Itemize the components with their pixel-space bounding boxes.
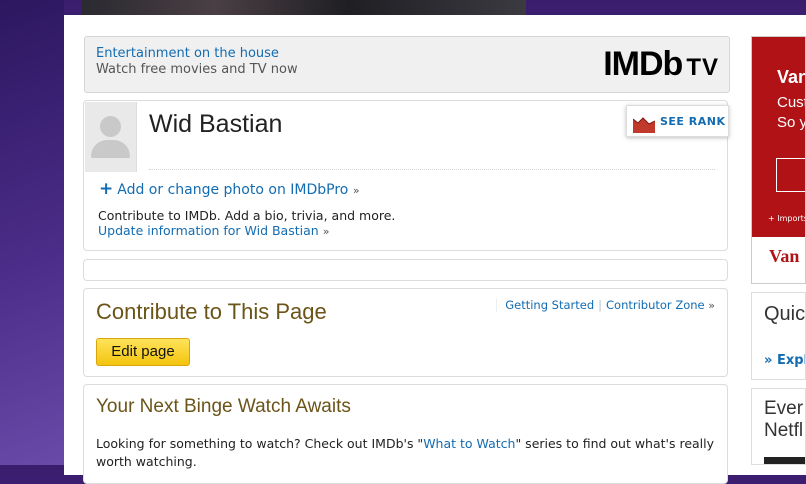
ad-headline: Van (777, 67, 806, 87)
panel-title-line2: Netfl (764, 420, 804, 441)
contribute-text: Contribute to IMDb. Add a bio, trivia, a… (98, 208, 396, 223)
sidebar-advertisement[interactable]: Van Cust So y + Imports Van (751, 36, 806, 284)
edit-page-button[interactable]: Edit page (96, 338, 190, 366)
binge-watch-card: Your Next Binge Watch Awaits Looking for… (83, 384, 728, 484)
see-rank-label: SEE RANK (660, 115, 726, 128)
ad-line-2: Cust (777, 94, 806, 111)
logo-tv-text: TV (686, 54, 719, 81)
divider (149, 169, 715, 170)
quick-links-title: Quic (764, 303, 806, 325)
promo-headline[interactable]: Entertainment on the house (96, 46, 279, 61)
double-chevron-down-icon: » (764, 353, 773, 368)
contribute-links: Getting Started | Contributor Zone » (496, 298, 715, 312)
explore-label: Expl (776, 353, 806, 368)
binge-text-start: Looking for something to watch? Check ou… (96, 436, 424, 451)
contributor-zone-link[interactable]: Contributor Zone (606, 298, 705, 312)
chevron-right-icon: » (708, 299, 715, 312)
what-to-watch-link[interactable]: What to Watch (423, 436, 515, 451)
avatar-placeholder-icon[interactable] (85, 102, 137, 172)
contribute-card: Contribute to This Page Getting Started |… (83, 288, 728, 377)
panel-title-line1: Ever (764, 398, 804, 419)
chevron-right-icon: » (322, 225, 330, 238)
ad-brand-logo: Van (769, 246, 800, 266)
everything-netflix-panel[interactable]: Ever Netfl (751, 388, 806, 465)
see-rank-button[interactable]: SEE RANK (626, 105, 729, 137)
binge-text: Looking for something to watch? Check ou… (96, 435, 721, 471)
page-background (0, 0, 64, 465)
empty-panel (83, 259, 728, 281)
contribute-title: Contribute to This Page (96, 299, 327, 324)
ad-line-3: So y (777, 114, 806, 131)
person-overview-card: Wid Bastian SEE RANK + Add or change phot… (83, 100, 729, 251)
add-photo-label: Add or change photo on IMDbPro (117, 182, 349, 198)
imdb-tv-logo[interactable]: IMDb TV (603, 47, 719, 81)
getting-started-link[interactable]: Getting Started (505, 298, 594, 312)
rank-chart-icon (633, 113, 655, 133)
logo-imdb-text: IMDb (603, 45, 683, 83)
ad-cta-button[interactable] (776, 158, 805, 192)
panel-image-strip (764, 457, 805, 464)
person-name: Wid Bastian (149, 110, 283, 138)
ad-fine-print: + Imports (768, 214, 806, 223)
chevron-right-icon: » (352, 184, 360, 197)
hero-image-strip (82, 0, 526, 15)
update-info-link[interactable]: Update information for Wid Bastian » (98, 223, 329, 238)
quick-links-panel: Quic » Expl (751, 292, 806, 380)
promo-subtitle: Watch free movies and TV now (96, 62, 298, 77)
update-info-label: Update information for Wid Bastian (98, 223, 319, 238)
plus-icon: + (99, 179, 114, 199)
link-divider: | (598, 298, 603, 312)
explore-link[interactable]: » Expl (764, 353, 806, 368)
binge-title: Your Next Binge Watch Awaits (96, 396, 351, 417)
imdb-tv-promo-banner[interactable]: Entertainment on the house Watch free mo… (84, 36, 730, 93)
add-photo-link[interactable]: + Add or change photo on IMDbPro » (99, 179, 360, 199)
